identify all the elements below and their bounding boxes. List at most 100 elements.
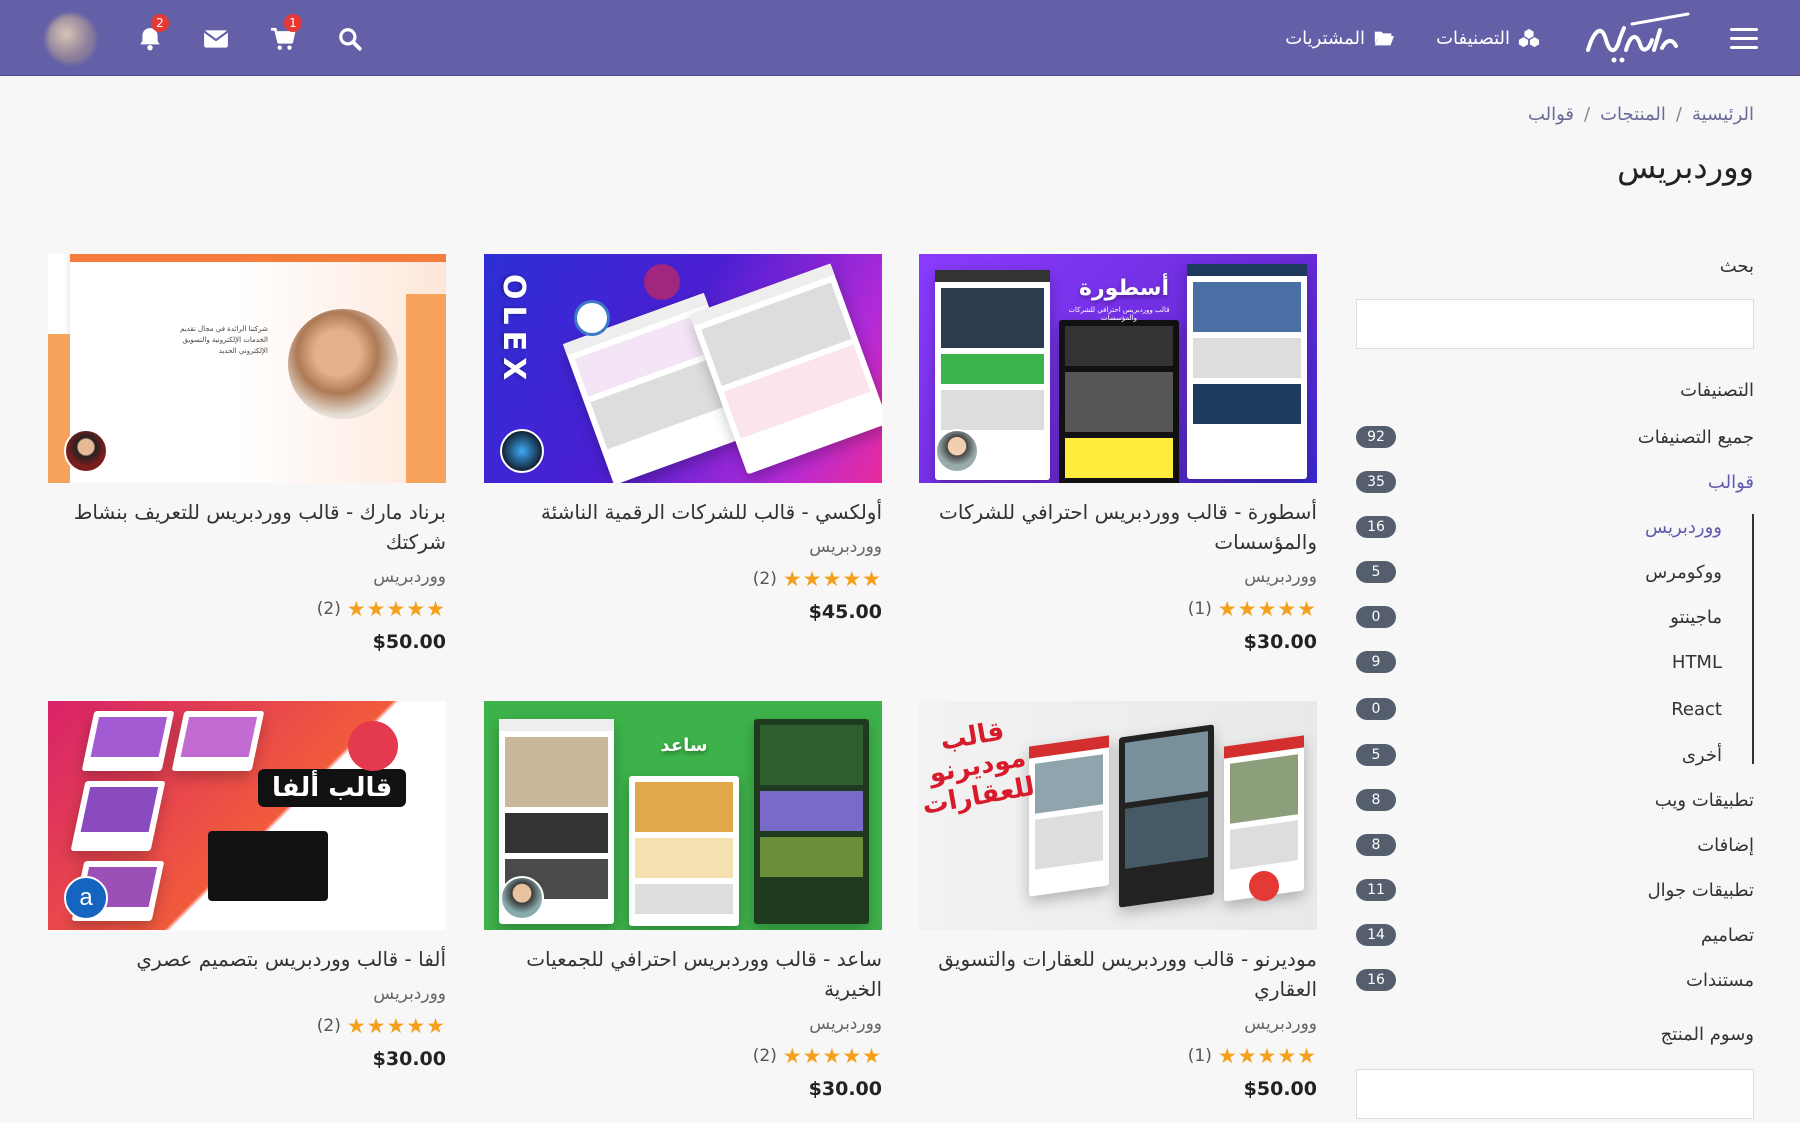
category-label: إضافات — [1697, 834, 1754, 856]
product-thumbnail[interactable]: قالب ألفا a — [48, 701, 446, 930]
star-rating-icon: ★★★★★ — [782, 567, 882, 591]
envelope-icon — [203, 30, 229, 48]
category-wordpress[interactable]: ووردبريس 16 — [1356, 512, 1754, 542]
cubes-icon — [1518, 28, 1540, 48]
category-label: HTML — [1671, 651, 1722, 673]
cart-badge: 1 — [284, 14, 302, 32]
product-thumbnail[interactable]: ساعد — [484, 701, 882, 930]
product-category[interactable]: ووردبريس — [919, 1014, 1317, 1034]
thumbnail-title: ساعد — [660, 735, 708, 756]
notifications-badge: 2 — [151, 14, 169, 32]
product-price: $50.00 — [372, 631, 446, 653]
product-name[interactable]: أسطورة - قالب ووردبريس احترافي للشركات و… — [919, 497, 1317, 557]
product-name[interactable]: برناد مارك - قالب ووردبريس للتعريف بنشاط… — [48, 497, 446, 557]
product-category[interactable]: ووردبريس — [48, 567, 446, 587]
product-card: قالب ألفا a ألفا - قالب ووردبريس بتصميم … — [48, 701, 446, 1070]
rating-count: (2) — [316, 599, 341, 619]
user-avatar[interactable] — [46, 14, 96, 64]
category-count: 5 — [1356, 561, 1396, 583]
product-name[interactable]: أولكسي - قالب للشركات الرقمية الناشئة — [484, 497, 882, 527]
product-rating: ★★★★★ (2) — [48, 597, 446, 621]
product-rating: ★★★★★ (2) — [484, 1044, 882, 1068]
category-label: جميع التصنيفات — [1637, 426, 1754, 448]
product-category[interactable]: ووردبريس — [48, 984, 446, 1004]
category-label: ماجينتو — [1670, 606, 1722, 628]
product-category[interactable]: ووردبريس — [484, 1014, 882, 1034]
product-card: OLEX أولكسي - قالب للشركات الرقمية الناش… — [484, 254, 882, 623]
rating-count: (1) — [1187, 599, 1212, 619]
product-thumbnail[interactable]: شركتنا الرائدة في مجال تقديم الخدمات الإ… — [48, 254, 446, 483]
nav-categories[interactable]: التصنيفات — [1436, 24, 1540, 52]
cart-button[interactable]: 1 — [270, 14, 302, 52]
category-plugins[interactable]: إضافات 8 — [1356, 830, 1754, 860]
breadcrumb-products[interactable]: المنتجات — [1600, 104, 1666, 125]
product-name[interactable]: موديرنو - قالب ووردبريس للعقارات والتسوي… — [919, 944, 1317, 1004]
nav-purchases-label: المشتريات — [1285, 27, 1365, 49]
categories-title: التصنيفات — [1680, 380, 1754, 401]
product-price: $30.00 — [1243, 631, 1317, 653]
product-name[interactable]: ألفا - قالب ووردبريس بتصميم عصري — [48, 944, 446, 974]
product-category[interactable]: ووردبريس — [919, 567, 1317, 587]
breadcrumb: الرئيسية / المنتجات / قوالب — [1528, 104, 1754, 125]
seller-avatar[interactable] — [64, 429, 108, 473]
category-designs[interactable]: تصاميم 14 — [1356, 920, 1754, 950]
category-label: قوالب — [1707, 471, 1754, 493]
breadcrumb-home[interactable]: الرئيسية — [1692, 104, 1754, 125]
breadcrumb-templates[interactable]: قوالب — [1528, 104, 1574, 125]
product-thumbnail[interactable]: قالب موديرنو للعقارات — [919, 701, 1317, 930]
product-price: $30.00 — [808, 1078, 882, 1100]
category-label: ووكومرس — [1645, 561, 1722, 583]
breadcrumb-separator: / — [1584, 104, 1591, 125]
category-other[interactable]: أخرى 5 — [1356, 740, 1754, 770]
thumbnail-title: شركتنا الرائدة في مجال تقديم الخدمات الإ… — [180, 325, 268, 355]
seller-avatar[interactable] — [500, 876, 544, 920]
wordpress-icon — [348, 721, 398, 771]
category-count: 8 — [1356, 834, 1396, 856]
seller-avatar[interactable] — [500, 429, 544, 473]
category-web-apps[interactable]: تطبيقات ويب 8 — [1356, 785, 1754, 815]
page-title: ووردبريس — [1617, 148, 1754, 186]
category-count: 16 — [1356, 969, 1396, 991]
notifications-button[interactable]: 2 — [137, 14, 169, 52]
category-count: 92 — [1356, 426, 1396, 448]
category-html[interactable]: HTML 9 — [1356, 647, 1754, 677]
seller-avatar[interactable]: a — [64, 876, 108, 920]
seller-avatar[interactable] — [935, 429, 979, 473]
product-card: ساعد ساعد - قالب ووردبريس احترافي للجمعي… — [484, 701, 882, 1100]
category-react[interactable]: React 0 — [1356, 694, 1754, 724]
category-label: أخرى — [1681, 744, 1722, 766]
category-mobile-apps[interactable]: تطبيقات جوال 11 — [1356, 875, 1754, 905]
search-button[interactable] — [337, 26, 363, 52]
product-name[interactable]: ساعد - قالب ووردبريس احترافي للجمعيات ال… — [484, 944, 882, 1004]
category-label: تصاميم — [1700, 924, 1754, 946]
hamburger-icon[interactable] — [1730, 28, 1758, 50]
product-thumbnail[interactable]: أسطورة قالب ووردبريس احترافي للشركات وال… — [919, 254, 1317, 483]
category-count: 35 — [1356, 471, 1396, 493]
search-label: بحث — [1719, 256, 1754, 277]
brand-logo[interactable] — [1580, 10, 1690, 66]
subcategory-divider — [1752, 514, 1754, 764]
product-thumbnail[interactable]: OLEX — [484, 254, 882, 483]
product-price: $50.00 — [1243, 1078, 1317, 1100]
star-rating-icon: ★★★★★ — [346, 597, 446, 621]
category-documents[interactable]: مستندات 16 — [1356, 965, 1754, 995]
category-all[interactable]: جميع التصنيفات 92 — [1356, 422, 1754, 452]
search-icon — [339, 28, 362, 51]
product-tags-input[interactable] — [1356, 1069, 1754, 1119]
home-icon — [1249, 871, 1279, 901]
sidebar-search-input[interactable] — [1356, 299, 1754, 349]
nav-purchases[interactable]: المشتريات — [1285, 24, 1395, 52]
product-card: قالب موديرنو للعقارات موديرنو - قالب وور… — [919, 701, 1317, 1100]
top-navbar: التصنيفات المشتريات 1 2 — [0, 0, 1800, 76]
category-templates[interactable]: قوالب 35 — [1356, 467, 1754, 497]
rating-count: (2) — [752, 569, 777, 589]
category-woocommerce[interactable]: ووكومرس 5 — [1356, 557, 1754, 587]
category-magento[interactable]: ماجينتو 0 — [1356, 602, 1754, 632]
star-rating-icon: ★★★★★ — [782, 1044, 882, 1068]
category-count: 9 — [1356, 651, 1396, 673]
product-tags-title: وسوم المنتج — [1660, 1024, 1754, 1045]
category-label: مستندات — [1686, 969, 1754, 991]
product-category[interactable]: ووردبريس — [484, 537, 882, 557]
thumbnail-title: OLEX — [496, 274, 531, 387]
messages-button[interactable] — [203, 26, 229, 52]
